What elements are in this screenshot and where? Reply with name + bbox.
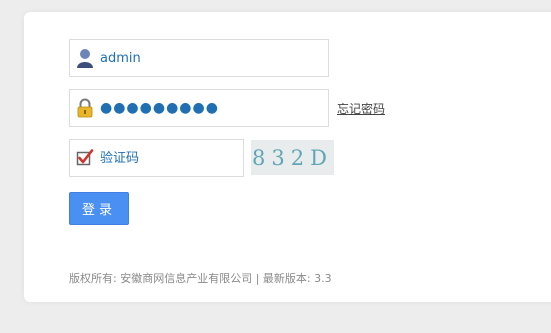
captcha-field[interactable] (69, 139, 244, 177)
captcha-input[interactable] (100, 140, 243, 176)
lock-icon (70, 90, 100, 126)
username-input[interactable] (100, 40, 328, 76)
login-button[interactable]: 登录 (69, 192, 129, 225)
username-field[interactable] (69, 39, 329, 77)
password-field[interactable] (69, 89, 329, 127)
checkbox-check-icon (70, 140, 100, 176)
password-input[interactable] (100, 90, 328, 126)
user-icon (70, 40, 100, 76)
captcha-image[interactable]: 832D (251, 140, 334, 175)
footer-copyright: 版权所有: 安徽商网信息产业有限公司 | 最新版本: 3.3 (69, 272, 332, 285)
forgot-password-link[interactable]: 忘记密码 (337, 100, 385, 117)
